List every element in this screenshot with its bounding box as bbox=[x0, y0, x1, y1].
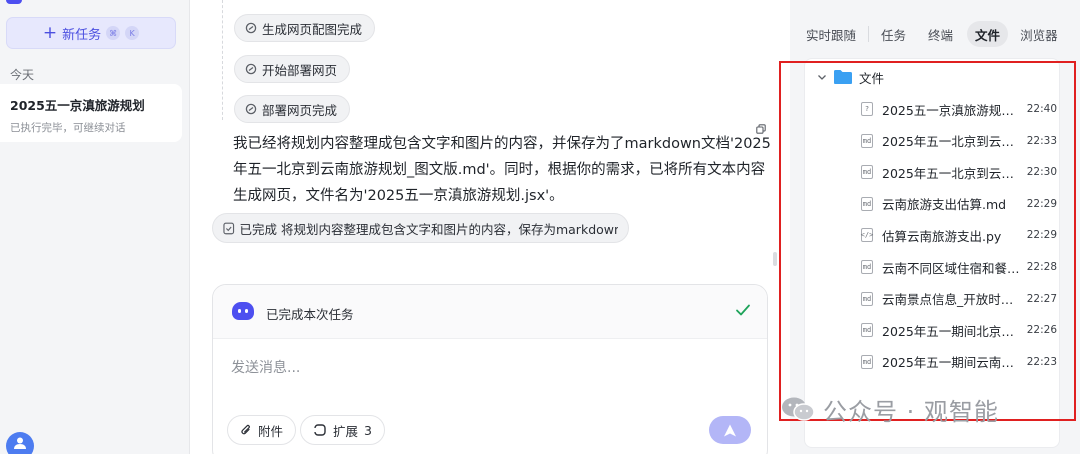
section-label-today: 今天 bbox=[10, 68, 35, 82]
file-item[interactable]: </> 估算云南旅游支出.py 22:29 bbox=[861, 224, 1057, 246]
folder-icon bbox=[834, 70, 852, 84]
step-item[interactable]: 开始部署网页 bbox=[234, 55, 351, 83]
bot-icon bbox=[232, 302, 254, 320]
attach-button[interactable]: 附件 bbox=[227, 415, 297, 445]
unknown-file-icon: ? bbox=[861, 102, 873, 116]
file-name: 2025年五一期间北京到云南交通.md bbox=[882, 323, 1022, 339]
step-label: 部署网页完成 bbox=[262, 102, 338, 118]
clipboard-check-icon bbox=[223, 222, 235, 235]
file-time: 22:26 bbox=[1026, 324, 1057, 337]
message-composer: 已完成本次任务 发送消息... 附件 扩展 3 bbox=[212, 284, 768, 454]
tab-live-follow[interactable]: 实时跟随 bbox=[798, 21, 864, 47]
tab-terminal[interactable]: 终端 bbox=[920, 21, 961, 47]
file-time: 22:29 bbox=[1026, 229, 1057, 242]
task-list-item[interactable]: 2025五一京滇旅游规划 已执行完毕，可继续对话 bbox=[0, 84, 182, 142]
task-subtitle: 已执行完毕，可继续对话 bbox=[10, 122, 126, 134]
right-panel: 实时跟随 任务 终端 文件 浏览器 文件 ? 2025五一京滇旅游规划.jsx 22… bbox=[790, 0, 1080, 454]
completed-task-text: 已完成 将规划内容整理成包含文字和图片的内容，保存为markdown文 bbox=[239, 221, 619, 237]
file-time: 22:28 bbox=[1026, 261, 1057, 273]
message-input[interactable]: 发送消息... bbox=[231, 357, 300, 377]
chevron-down-icon bbox=[818, 75, 826, 80]
file-name: 2025年五一北京到云南旅游规划_图文版.md bbox=[882, 134, 1022, 150]
extend-button[interactable]: 扩展 3 bbox=[300, 415, 385, 445]
assistant-message: 我已经将规划内容整理成包含文字和图片的内容，并保存为了markdown文档'20… bbox=[233, 136, 771, 204]
folder-name: 文件 bbox=[859, 70, 885, 86]
markdown-file-icon: md bbox=[861, 323, 873, 338]
file-item[interactable]: md 云南不同区域住宿和餐饮.md 22:28 bbox=[861, 256, 1057, 278]
send-icon bbox=[724, 424, 736, 436]
file-name: 云南不同区域住宿和餐饮.md bbox=[882, 260, 1022, 276]
paperclip-icon bbox=[241, 424, 250, 435]
completed-task-pill[interactable]: 已完成 将规划内容整理成包含文字和图片的内容，保存为markdown文 bbox=[212, 213, 629, 243]
shortcut-k-key: K bbox=[125, 26, 140, 40]
step-item[interactable]: 生成网页配图完成 bbox=[234, 14, 376, 42]
send-button[interactable] bbox=[709, 416, 751, 444]
file-item[interactable]: md 2025年五一北京到云南旅游规划_图文版.md 22:33 bbox=[861, 130, 1057, 152]
task-title: 2025五一京滇旅游规划 bbox=[10, 98, 145, 113]
user-icon bbox=[14, 437, 26, 449]
markdown-file-icon: md bbox=[861, 133, 873, 148]
watermark: 公众号 · 观智能 bbox=[781, 393, 999, 426]
file-item[interactable]: md 云南旅游支出估算.md 22:29 bbox=[861, 193, 1057, 215]
task-status-bar: 已完成本次任务 bbox=[213, 285, 767, 339]
file-time: 22:23 bbox=[1026, 355, 1057, 368]
markdown-file-icon: md bbox=[861, 196, 873, 211]
step-status-icon bbox=[245, 103, 257, 115]
folder-item[interactable]: 文件 bbox=[817, 67, 884, 87]
file-time: 22:33 bbox=[1026, 134, 1057, 147]
step-label: 开始部署网页 bbox=[262, 62, 338, 78]
markdown-file-icon: md bbox=[861, 354, 873, 369]
file-name: 估算云南旅游支出.py bbox=[882, 228, 1002, 244]
step-status-icon bbox=[245, 63, 257, 75]
step-label: 生成网页配图完成 bbox=[262, 21, 363, 37]
file-time: 22:30 bbox=[1026, 166, 1057, 179]
tab-files[interactable]: 文件 bbox=[967, 21, 1009, 47]
file-name: 2025五一京滇旅游规划.jsx bbox=[882, 102, 1022, 118]
task-status-text: 已完成本次任务 bbox=[266, 307, 354, 322]
file-item[interactable]: ? 2025五一京滇旅游规划.jsx 22:40 bbox=[861, 98, 1057, 120]
step-status-icon bbox=[245, 22, 257, 34]
tab-browser[interactable]: 浏览器 bbox=[1012, 21, 1066, 47]
plus-icon: + bbox=[42, 22, 58, 43]
file-name: 云南旅游支出估算.md bbox=[882, 197, 1007, 213]
step-item[interactable]: 部署网页完成 bbox=[234, 95, 351, 123]
file-item[interactable]: md 2025年五一期间云南部分景点.md 22:23 bbox=[861, 351, 1057, 373]
chat-area: 生成网页配图完成 开始部署网页 部署网页完成 我已经将规划内容整理成包含文字和图… bbox=[198, 0, 780, 454]
left-sidebar: + 新任务 ⌘ K 今天 2025五一京滇旅游规划 已执行完毕，可继续对话 bbox=[0, 0, 190, 454]
markdown-file-icon: md bbox=[861, 291, 873, 306]
extension-icon bbox=[314, 424, 326, 436]
panel-resize-handle[interactable] bbox=[773, 252, 777, 266]
tab-divider bbox=[868, 26, 870, 42]
file-item[interactable]: md 2025年五一北京到云南旅游规划.md 22:30 bbox=[861, 161, 1057, 183]
panel-tabs: 实时跟随 任务 终端 文件 浏览器 bbox=[790, 20, 1066, 48]
watermark-text: 公众号 · 观智能 bbox=[823, 397, 999, 426]
shortcut-cmd-key: ⌘ bbox=[106, 26, 121, 40]
file-item[interactable]: md 云南景点信息_开放时间.md 22:27 bbox=[861, 288, 1057, 310]
file-tree: 文件 ? 2025五一京滇旅游规划.jsx 22:40 md 2025年五一北京到云南旅… bbox=[804, 58, 1060, 448]
markdown-file-icon: md bbox=[861, 260, 873, 274]
file-name: 2025年五一北京到云南旅游规划.md bbox=[882, 165, 1022, 181]
extend-count: 3 bbox=[364, 422, 372, 438]
file-name: 2025年五一期间云南部分景点.md bbox=[882, 355, 1022, 371]
wechat-icon bbox=[782, 397, 815, 421]
tab-tasks[interactable]: 任务 bbox=[873, 21, 914, 47]
new-task-label: 新任务 bbox=[62, 27, 102, 43]
file-time: 22:29 bbox=[1026, 197, 1057, 210]
extend-label: 扩展 bbox=[333, 423, 359, 439]
check-icon bbox=[736, 304, 750, 316]
markdown-file-icon: md bbox=[861, 165, 873, 180]
file-time: 22:40 bbox=[1026, 103, 1057, 115]
file-name: 云南景点信息_开放时间.md bbox=[882, 292, 1022, 308]
code-file-icon: </> bbox=[861, 228, 873, 243]
step-timeline bbox=[222, 0, 223, 120]
user-avatar[interactable] bbox=[6, 432, 34, 454]
new-task-button[interactable]: + 新任务 ⌘ K bbox=[6, 17, 176, 49]
attach-label: 附件 bbox=[258, 423, 284, 439]
file-item[interactable]: md 2025年五一期间北京到云南交通.md 22:26 bbox=[861, 319, 1057, 341]
file-time: 22:27 bbox=[1026, 292, 1057, 305]
app-logo[interactable] bbox=[6, 0, 22, 4]
